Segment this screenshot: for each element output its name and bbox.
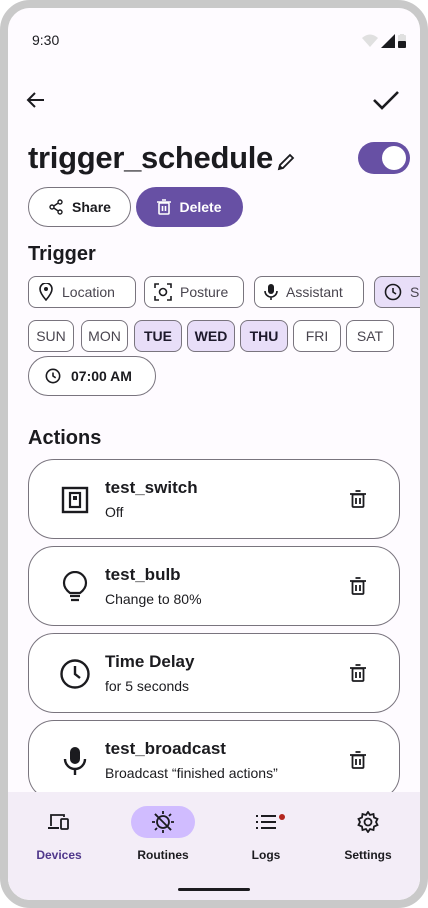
enable-toggle[interactable] (358, 142, 410, 174)
day-sat[interactable]: SAT (346, 320, 394, 352)
action-detail: Change to 80% (105, 591, 202, 607)
nav-settings[interactable]: Settings (323, 806, 413, 866)
remove-action-button[interactable] (345, 747, 371, 773)
chip-schedule[interactable]: Sc (374, 276, 420, 308)
nav-devices-indicator (27, 806, 91, 838)
time-picker-button[interactable]: 07:00 AM (28, 356, 156, 396)
action-detail: for 5 seconds (105, 678, 190, 694)
trigger-chip-row: Location Posture Assistant Sc (28, 276, 420, 308)
nav-routines-indicator (131, 806, 195, 838)
time-value: 07:00 AM (71, 368, 132, 384)
save-check-button[interactable] (366, 80, 406, 120)
nav-routines[interactable]: Routines (118, 806, 208, 866)
day-fri[interactable]: FRI (293, 320, 341, 352)
posture-scan-icon (154, 283, 172, 301)
gear-icon (357, 811, 379, 833)
action-name: test_broadcast (105, 739, 226, 758)
day-thu[interactable]: THU (240, 320, 288, 352)
share-icon (49, 199, 63, 215)
bottom-navigation: Devices Routines Logs Settings (8, 792, 420, 900)
gesture-home-bar[interactable] (178, 888, 250, 891)
action-card-broadcast[interactable]: test_broadcast Broadcast “finished actio… (28, 720, 400, 800)
chip-assistant-label: Assistant (286, 284, 343, 300)
chip-posture[interactable]: Posture (144, 276, 244, 308)
trash-icon (350, 751, 366, 769)
remove-action-button[interactable] (345, 660, 371, 686)
nav-settings-label: Settings (344, 848, 392, 862)
chip-assistant[interactable]: Assistant (254, 276, 364, 308)
logs-icon (256, 815, 276, 829)
nav-devices[interactable]: Devices (14, 806, 104, 866)
status-bar: 9:30 (8, 8, 420, 52)
share-button[interactable]: Share (28, 187, 131, 227)
logs-badge (279, 814, 285, 820)
action-card-bulb[interactable]: test_bulb Change to 80% (28, 546, 400, 626)
trash-icon (157, 199, 172, 215)
nav-settings-indicator (336, 806, 400, 838)
trash-icon (350, 577, 366, 595)
remove-action-button[interactable] (345, 486, 371, 512)
nav-devices-label: Devices (36, 848, 82, 862)
wifi-icon (362, 34, 378, 47)
switch-icon (57, 482, 93, 518)
routines-icon (152, 811, 174, 833)
arrow-back-icon (26, 92, 44, 108)
trash-icon (350, 664, 366, 682)
delete-label: Delete (179, 199, 222, 215)
action-card-delay[interactable]: Time Delay for 5 seconds (28, 633, 400, 713)
action-name: test_switch (105, 478, 198, 497)
top-app-bar (8, 78, 420, 122)
clock-icon (384, 283, 402, 301)
share-label: Share (72, 199, 111, 215)
action-detail: Off (105, 504, 124, 520)
nav-logs-label: Logs (251, 848, 281, 862)
bulb-icon (57, 569, 93, 605)
day-tue[interactable]: TUE (134, 320, 182, 352)
clock-icon (45, 368, 61, 384)
day-wed[interactable]: WED (187, 320, 235, 352)
devices-icon (48, 814, 69, 830)
location-pin-icon (39, 283, 53, 301)
action-detail: Broadcast “finished actions” (105, 765, 278, 781)
title-row: trigger_schedule (28, 136, 413, 188)
chip-schedule-label: Sc (410, 284, 420, 300)
nav-logs-indicator (234, 806, 298, 838)
remove-action-button[interactable] (345, 573, 371, 599)
check-icon (373, 91, 399, 110)
battery-icon (398, 34, 406, 48)
nav-routines-label: Routines (137, 848, 189, 862)
signal-icon (381, 34, 395, 48)
chip-location-label: Location (62, 284, 115, 300)
day-sun[interactable]: SUN (28, 320, 74, 352)
action-card-switch[interactable]: test_switch Off (28, 459, 400, 539)
chip-location[interactable]: Location (28, 276, 136, 308)
clock-icon (57, 656, 93, 692)
action-name: test_bulb (105, 565, 181, 584)
edit-pencil-icon[interactable] (276, 152, 296, 172)
device-frame: 9:30 trigger_schedule Share Delete Trigg… (0, 0, 428, 908)
delete-button[interactable]: Delete (136, 187, 243, 227)
microphone-icon (57, 743, 93, 779)
nav-logs[interactable]: Logs (221, 806, 311, 866)
trigger-heading: Trigger (28, 243, 96, 265)
action-name: Time Delay (105, 652, 195, 671)
actions-heading: Actions (28, 427, 102, 449)
status-icons (362, 34, 406, 48)
chip-posture-label: Posture (180, 284, 229, 300)
back-button[interactable] (16, 80, 56, 120)
microphone-icon (264, 284, 278, 300)
trash-icon (350, 490, 366, 508)
day-mon[interactable]: MON (81, 320, 128, 352)
screen: 9:30 trigger_schedule Share Delete Trigg… (8, 8, 420, 900)
toggle-knob (382, 146, 406, 170)
page-title: trigger_schedule (28, 140, 274, 175)
status-time: 9:30 (32, 32, 60, 48)
